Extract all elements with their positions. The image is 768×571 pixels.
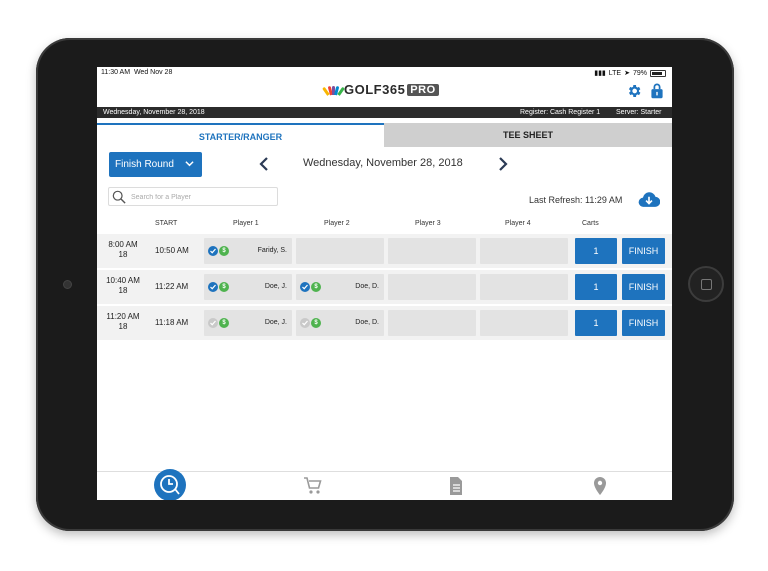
checked-in-icon [208,282,218,292]
finish-button[interactable]: FINISH [622,310,665,336]
location-arrow-icon: ➤ [624,70,630,77]
player-3-cell[interactable] [388,274,476,300]
info-bar: Wednesday, November 28, 2018 Register: C… [97,107,672,118]
dollar-icon: $ [311,318,321,328]
info-register: Register: Cash Register 1 [520,109,601,116]
current-date: Wednesday, November 28, 2018 [303,157,463,169]
start-time: 11:22 AM [155,282,189,291]
peacock-icon [322,85,345,96]
checked-in-icon [208,246,218,256]
player-2-cell[interactable] [296,238,384,264]
header-player-1: Player 1 [233,220,259,227]
table-row: 11:20 AM 18 11:18 AM $ Doe, J. $ Doe, D. … [97,306,672,340]
tab-starter-ranger[interactable]: STARTER/RANGER [97,123,384,147]
location-pin-icon[interactable] [590,476,610,496]
app-logo: GOLF365 PRO [322,82,439,97]
previous-day-button[interactable] [259,157,269,171]
player-2-cell[interactable]: $ Doe, D. [296,310,384,336]
nav-tee-times[interactable] [154,469,186,500]
header-player-2: Player 2 [324,220,350,227]
checked-in-icon [300,282,310,292]
carts-button[interactable]: 1 [575,238,617,264]
dollar-icon: $ [311,282,321,292]
player-name: Doe, D. [355,283,379,290]
tee-time: 10:40 AM 18 [106,276,140,295]
lock-icon[interactable] [650,82,664,99]
table-row: 10:40 AM 18 11:22 AM $ Doe, J. $ Doe, D. … [97,270,672,304]
player-4-cell[interactable] [480,310,568,336]
cart-icon[interactable] [303,476,323,496]
logo-pro-badge: PRO [407,83,439,96]
battery-icon [650,69,666,77]
status-time: 11:30 AM Wed Nov 28 [101,69,173,76]
player-1-cell[interactable]: $ Doe, J. [204,274,292,300]
player-3-cell[interactable] [388,238,476,264]
carts-button[interactable]: 1 [575,274,617,300]
next-day-button[interactable] [498,157,508,171]
player-name: Doe, D. [355,319,379,326]
player-name: Faridy, S. [257,247,287,254]
header-player-3: Player 3 [415,220,441,227]
start-time: 10:50 AM [155,246,189,255]
table-row: 8:00 AM 18 10:50 AM $ Faridy, S. 1 FINISH [97,234,672,268]
search-icon [112,190,126,204]
player-2-cell[interactable]: $ Doe, D. [296,274,384,300]
start-time: 11:18 AM [155,318,189,327]
player-4-cell[interactable] [480,238,568,264]
info-server: Server: Starter [616,109,662,116]
cloud-download-icon[interactable] [638,191,660,208]
player-name: Doe, J. [264,283,287,290]
finish-button[interactable]: FINISH [622,274,665,300]
not-checked-in-icon [300,318,310,328]
info-date: Wednesday, November 28, 2018 [103,109,205,116]
player-1-cell[interactable]: $ Faridy, S. [204,238,292,264]
app-screen: 11:30 AM Wed Nov 28 ▮▮▮ LTE ➤ 79% GOLF36… [97,67,672,500]
tee-time: 8:00 AM 18 [108,240,138,259]
tee-time-icon [160,475,180,495]
carts-button[interactable]: 1 [575,310,617,336]
network-type: LTE [608,69,622,77]
tee-time: 11:20 AM 18 [106,312,140,331]
app-header: GOLF365 PRO [97,79,672,107]
header-start: START [155,220,178,227]
bottom-nav [97,469,672,500]
search-box [108,187,278,206]
gear-icon[interactable] [626,83,642,99]
home-square-icon [701,279,712,290]
signal-icon: ▮▮▮ [594,70,606,77]
document-icon[interactable] [446,476,466,496]
dollar-icon: $ [219,246,229,256]
dollar-icon: $ [219,282,229,292]
last-refresh: Last Refresh: 11:29 AM [529,195,623,205]
header-carts: Carts [582,220,599,227]
logo-text: GOLF365 [344,82,406,97]
player-4-cell[interactable] [480,274,568,300]
tab-tee-sheet[interactable]: TEE SHEET [384,123,672,147]
finish-round-label: Finish Round [115,159,174,170]
not-checked-in-icon [208,318,218,328]
player-3-cell[interactable] [388,310,476,336]
finish-round-dropdown[interactable]: Finish Round [109,152,202,177]
search-input[interactable] [131,190,271,204]
player-name: Doe, J. [264,319,287,326]
battery-percent: 79% [632,69,647,77]
header-player-4: Player 4 [505,220,531,227]
dollar-icon: $ [219,318,229,328]
status-bar: 11:30 AM Wed Nov 28 ▮▮▮ LTE ➤ 79% [97,67,672,79]
player-1-cell[interactable]: $ Doe, J. [204,310,292,336]
home-button[interactable] [688,266,724,302]
chevron-down-icon [185,161,194,167]
front-camera [63,280,72,289]
status-right: ▮▮▮ LTE ➤ 79% [594,69,666,77]
finish-button[interactable]: FINISH [622,238,665,264]
